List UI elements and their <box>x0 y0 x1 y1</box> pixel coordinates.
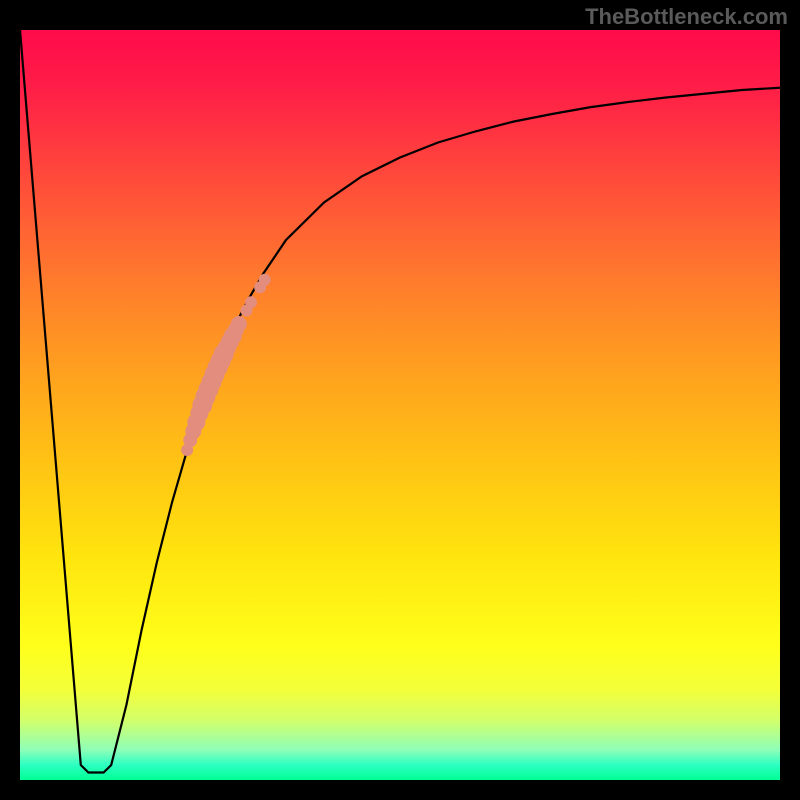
highlight-dot <box>245 296 257 308</box>
watermark-text: TheBottleneck.com <box>585 4 788 30</box>
chart-svg <box>20 30 780 780</box>
plot-area <box>20 30 780 780</box>
highlight-dot <box>231 316 247 332</box>
bottleneck-curve <box>20 30 780 773</box>
highlight-dot <box>259 274 271 286</box>
highlight-dots-group <box>181 274 271 456</box>
